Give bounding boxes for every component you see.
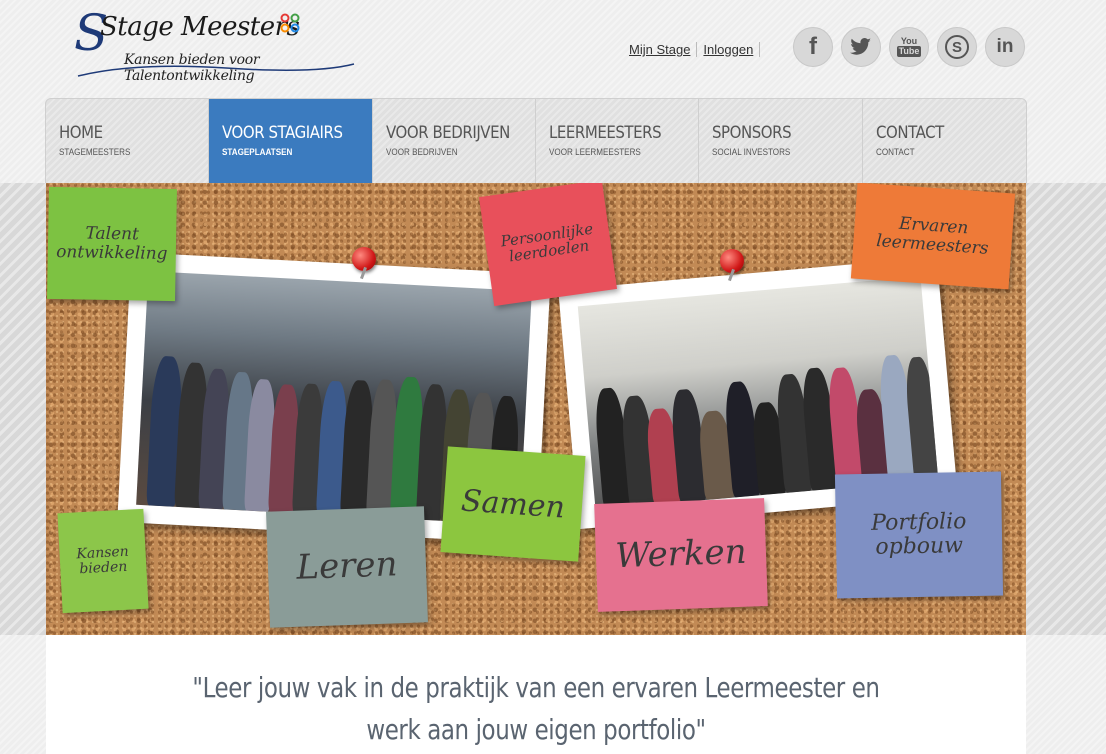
nav-title: HOME bbox=[59, 123, 103, 143]
note-text: Persoonlijke leerdoelen bbox=[499, 219, 595, 266]
note-werken: Werken bbox=[594, 498, 768, 612]
top-links: Mijn Stage Inloggen bbox=[626, 42, 761, 57]
quote-line: "Leer jouw vak in de praktijk van een er… bbox=[192, 671, 880, 704]
note-samen: Samen bbox=[440, 446, 586, 562]
nav-subtitle: VOOR BEDRIJVEN bbox=[385, 147, 458, 157]
intro-section: "Leer jouw vak in de praktijk van een er… bbox=[46, 635, 1026, 754]
note-portfolio-opbouw: Portfolio opbouw bbox=[834, 471, 1004, 599]
note-persoonlijke-leerdoelen: Persoonlijke leerdoelen bbox=[478, 183, 618, 307]
red-pushpin-icon bbox=[720, 249, 744, 273]
note-text: Ervaren leermeesters bbox=[875, 213, 990, 259]
logo-title: Stage Meesters bbox=[100, 12, 300, 42]
mijn-stage-link[interactable]: Mijn Stage bbox=[626, 42, 698, 57]
nav-item-sponsors[interactable]: SPONSORS SOCIAL INVESTORS bbox=[699, 99, 863, 183]
skype-icon[interactable]: S bbox=[937, 27, 977, 67]
nav-subtitle: STAGEMEESTERS bbox=[59, 147, 131, 157]
nav-item-voor-stagiairs[interactable]: VOOR STAGIAIRS STAGEPLAATSEN bbox=[209, 99, 373, 183]
nav-title: VOOR STAGIAIRS bbox=[222, 123, 343, 143]
nav-item-voor-bedrijven[interactable]: VOOR BEDRIJVEN VOOR BEDRIJVEN bbox=[373, 99, 536, 183]
main-navigation: HOME STAGEMEESTERS VOOR STAGIAIRS STAGEP… bbox=[45, 98, 1027, 184]
note-kansen-bieden: Kansen bieden bbox=[57, 508, 149, 614]
intro-quote: "Leer jouw vak in de praktijk van een er… bbox=[134, 667, 938, 751]
nav-item-leermeesters[interactable]: LEERMEESTERS VOOR LEERMEESTERS bbox=[536, 99, 700, 183]
nav-subtitle: SOCIAL INVESTORS bbox=[712, 147, 791, 157]
nav-item-home[interactable]: HOME STAGEMEESTERS bbox=[46, 99, 210, 183]
nav-title: CONTACT bbox=[875, 123, 944, 143]
note-text: Kansen bieden bbox=[76, 543, 130, 578]
note-text: Werken bbox=[614, 532, 748, 577]
nav-item-contact[interactable]: CONTACT CONTACT bbox=[863, 99, 1026, 183]
red-pushpin-icon bbox=[352, 247, 376, 271]
nav-title: SPONSORS bbox=[712, 123, 792, 143]
facebook-icon[interactable]: f bbox=[793, 27, 833, 67]
logo-dots-icon bbox=[280, 13, 300, 33]
note-leren: Leren bbox=[266, 506, 428, 628]
nav-subtitle: VOOR LEERMEESTERS bbox=[548, 147, 641, 157]
note-text: Samen bbox=[459, 482, 567, 526]
nav-subtitle: CONTACT bbox=[875, 147, 915, 157]
linkedin-icon[interactable]: in bbox=[985, 27, 1025, 67]
twitter-icon[interactable] bbox=[841, 27, 881, 67]
note-ervaren-leermeesters: Ervaren leermeesters bbox=[850, 183, 1016, 290]
note-text: Leren bbox=[295, 544, 399, 589]
note-text: Talent ontwikkeling bbox=[55, 223, 168, 264]
youtube-icon[interactable]: You Tube bbox=[889, 27, 929, 67]
banner-corkboard: Talent ontwikkeling Persoonlijke leerdoe… bbox=[46, 183, 1026, 635]
nav-subtitle: STAGEPLAATSEN bbox=[222, 147, 293, 157]
site-logo[interactable]: S Stage Meesters Kansen bieden voor Tale… bbox=[74, 4, 364, 84]
logo-swoosh-icon bbox=[77, 63, 355, 77]
note-text: Portfolio opbouw bbox=[870, 508, 967, 560]
social-links: f You Tube S in bbox=[793, 27, 1025, 67]
inloggen-link[interactable]: Inloggen bbox=[697, 42, 761, 57]
note-talent-ontwikkeling: Talent ontwikkeling bbox=[47, 186, 177, 302]
quote-line: werk aan jouw eigen portfolio" bbox=[366, 713, 706, 746]
nav-title: VOOR BEDRIJVEN bbox=[385, 123, 510, 143]
nav-title: LEERMEESTERS bbox=[548, 123, 662, 143]
